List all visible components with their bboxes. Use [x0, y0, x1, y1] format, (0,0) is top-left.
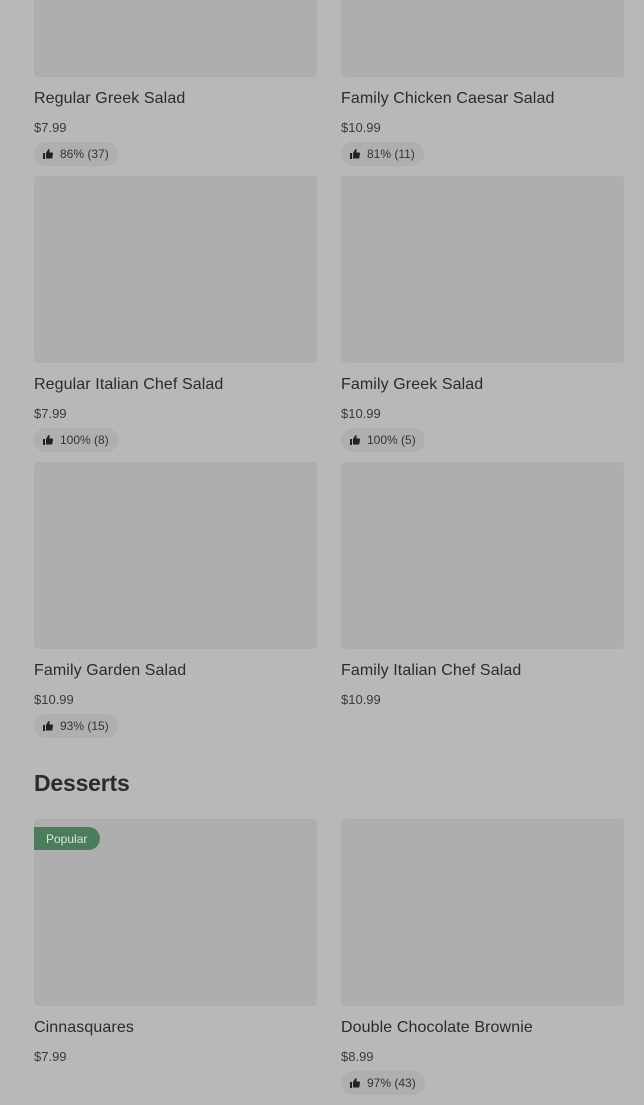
- item-name: Cinnasquares: [34, 1019, 134, 1036]
- thumbs-up-icon: [42, 720, 54, 732]
- rating-text: 97% (43): [367, 1076, 416, 1090]
- menu-item-card[interactable]: Popular Cinnasquares $7.99: [34, 819, 317, 1105]
- rating-pill: 100% (8): [34, 428, 118, 452]
- rating-text: 100% (8): [60, 433, 109, 447]
- item-price: $10.99: [34, 692, 74, 707]
- item-price: $10.99: [341, 406, 381, 421]
- menu-item-card[interactable]: Regular Greek Salad $7.99 86% (37): [34, 0, 317, 176]
- item-price: $7.99: [34, 1049, 67, 1064]
- salads-grid: Regular Greek Salad $7.99 86% (37) Famil…: [34, 0, 624, 748]
- rating-pill: 93% (15): [34, 714, 118, 738]
- rating-text: 81% (11): [367, 147, 415, 161]
- rating-pill: 86% (37): [34, 142, 118, 166]
- thumbs-up-icon: [349, 434, 361, 446]
- thumbs-up-icon: [349, 148, 361, 160]
- thumbs-up-icon: [42, 434, 54, 446]
- item-name: Regular Greek Salad: [34, 90, 186, 107]
- thumbs-up-icon: [349, 1077, 361, 1089]
- item-name: Family Italian Chef Salad: [341, 662, 522, 679]
- item-name: Family Greek Salad: [341, 376, 484, 393]
- item-image: [34, 462, 317, 649]
- menu-item-card[interactable]: Family Garden Salad $10.99 93% (15): [34, 462, 317, 748]
- item-price: $8.99: [341, 1049, 374, 1064]
- item-name: Regular Italian Chef Salad: [34, 376, 224, 393]
- popular-badge: Popular: [34, 827, 101, 850]
- desserts-grid: Popular Cinnasquares $7.99 Double Chocol…: [34, 819, 624, 1105]
- rating-text: 93% (15): [60, 719, 109, 733]
- thumbs-up-icon: [42, 148, 54, 160]
- item-price: $10.99: [341, 120, 381, 135]
- rating-pill: 97% (43): [341, 1071, 425, 1095]
- item-image: [341, 0, 624, 77]
- item-price: $10.99: [341, 692, 381, 707]
- item-image: Popular: [34, 819, 317, 1006]
- item-name: Family Garden Salad: [34, 662, 187, 679]
- menu-item-card[interactable]: Family Chicken Caesar Salad $10.99 81% (…: [341, 0, 624, 176]
- menu-item-card[interactable]: Double Chocolate Brownie $8.99 97% (43): [341, 819, 624, 1105]
- section-title-desserts: Desserts: [34, 770, 130, 796]
- item-price: $7.99: [34, 120, 67, 135]
- rating-pill: 81% (11): [341, 142, 424, 166]
- item-price: $7.99: [34, 406, 67, 421]
- rating-text: 86% (37): [60, 147, 109, 161]
- menu-item-card[interactable]: Regular Italian Chef Salad $7.99 100% (8…: [34, 176, 317, 462]
- item-image: [341, 176, 624, 363]
- rating-pill: 100% (5): [341, 428, 425, 452]
- item-image: [341, 462, 624, 649]
- item-name: Double Chocolate Brownie: [341, 1019, 533, 1036]
- rating-text: 100% (5): [367, 433, 416, 447]
- item-image: [34, 176, 317, 363]
- menu-item-card[interactable]: Family Italian Chef Salad $10.99: [341, 462, 624, 748]
- menu-item-card[interactable]: Family Greek Salad $10.99 100% (5): [341, 176, 624, 462]
- item-image: [34, 0, 317, 77]
- item-image: [341, 819, 624, 1006]
- item-name: Family Chicken Caesar Salad: [341, 90, 555, 107]
